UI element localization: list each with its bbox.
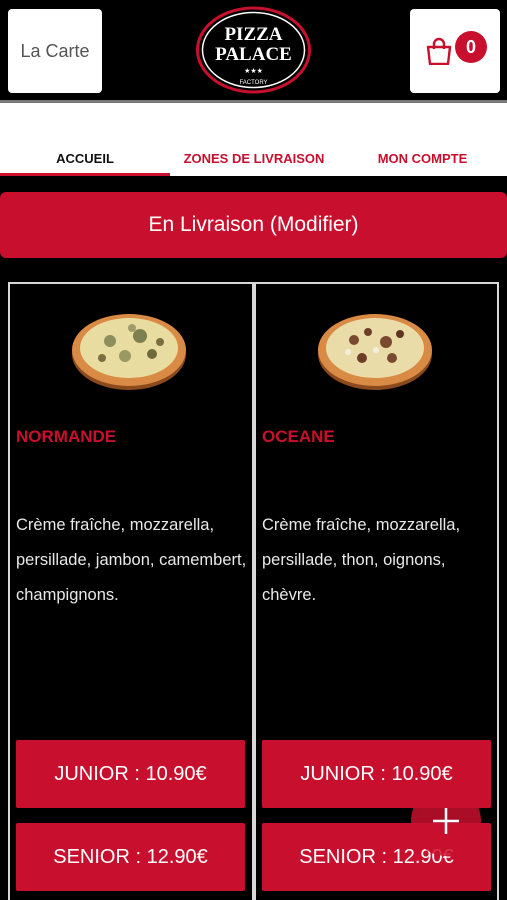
product-description: Crème fraîche, mozzarella, persillade, j…	[16, 516, 247, 604]
shopping-bag-icon	[426, 37, 452, 65]
svg-text:FACTORY: FACTORY	[239, 80, 267, 86]
pizza-image[interactable]	[316, 306, 434, 392]
svg-text:PIZZA: PIZZA	[224, 24, 282, 45]
product-name: NORMANDE	[16, 427, 117, 446]
delivery-mode-button[interactable]: En Livraison (Modifier)	[0, 192, 507, 258]
tab-mon-compte[interactable]: MON COMPTE	[338, 151, 507, 176]
tab-accueil[interactable]: ACCUEIL	[0, 151, 170, 176]
app-header: La Carte PIZZA PALACE ★★★ FACTORY 0	[0, 0, 507, 100]
cart-count-badge: 0	[455, 31, 487, 63]
product-description: Crème fraîche, mozzarella, persillade, t…	[262, 516, 461, 604]
pizza-image[interactable]	[70, 306, 188, 392]
product-name: OCEANE	[262, 427, 335, 446]
plus-icon	[433, 808, 459, 834]
senior-size-button[interactable]: SENIOR : 12.90€	[16, 823, 245, 891]
pizza-palace-logo[interactable]: PIZZA PALACE ★★★ FACTORY	[195, 5, 312, 95]
cart-button[interactable]: 0	[410, 9, 500, 93]
tab-zones-de-livraison[interactable]: ZONES DE LIVRAISON	[170, 151, 338, 176]
floating-add-button[interactable]	[411, 786, 481, 856]
svg-text:★★★: ★★★	[244, 67, 263, 75]
svg-text:PALACE: PALACE	[215, 44, 292, 65]
product-card-normande: NORMANDE Crème fraîche, mozzarella, pers…	[8, 282, 254, 900]
la-carte-button[interactable]: La Carte	[8, 9, 102, 93]
main-nav: ACCUEIL ZONES DE LIVRAISON MON COMPTE	[0, 103, 507, 176]
junior-size-button[interactable]: JUNIOR : 10.90€	[16, 740, 245, 808]
